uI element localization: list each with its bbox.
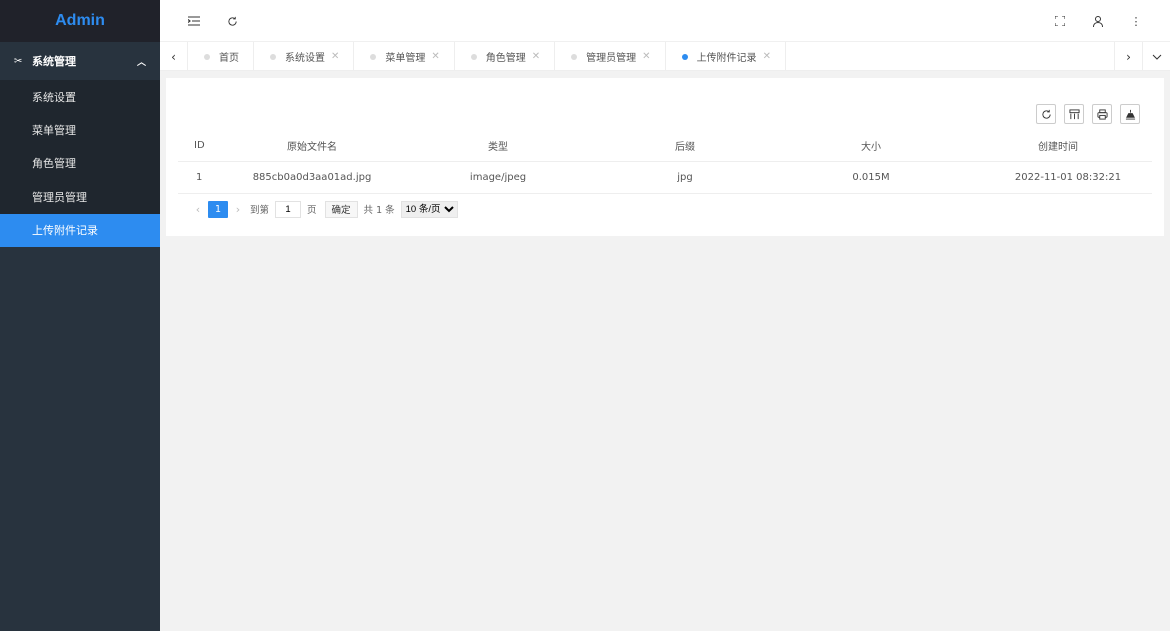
chevron-up-icon: ︿ xyxy=(136,57,146,68)
cell-filename: 885cb0a0d3aa01ad.jpg xyxy=(252,172,372,183)
refresh-icon[interactable] xyxy=(224,13,240,29)
sidebar-group-system[interactable]: ✂ 系统管理 ︿ xyxy=(0,42,160,80)
sidebar-item-roles[interactable]: 角色管理 xyxy=(0,147,160,180)
tab-role-manage[interactable]: 角色管理 ✕ xyxy=(455,42,556,71)
column-header-suffix: 后缀 xyxy=(675,142,695,153)
tab-scroll-right-icon[interactable]: › xyxy=(1114,42,1142,71)
close-icon[interactable]: ✕ xyxy=(642,51,650,62)
sidebar-submenu: 系统设置 菜单管理 角色管理 管理员管理 上传附件记录 xyxy=(0,80,160,247)
sidebar-group-label: 系统管理 xyxy=(32,55,76,68)
tab-list: 首页 系统设置 ✕ 菜单管理 ✕ 角色管理 ✕ 管理员管理 ✕ 上传附件记录 ✕ xyxy=(188,42,786,71)
tab-dropdown-icon[interactable] xyxy=(1142,42,1170,71)
prev-page-icon[interactable]: ‹ xyxy=(190,203,206,216)
tab-label: 上传附件记录 xyxy=(696,53,757,64)
cell-type: image/jpeg xyxy=(469,172,527,183)
column-header-type: 类型 xyxy=(488,142,508,153)
table-refresh-icon[interactable] xyxy=(1036,104,1056,124)
close-icon[interactable]: ✕ xyxy=(763,51,771,62)
menu-fold-icon[interactable] xyxy=(186,13,202,29)
content-panel: ID 原始文件名 类型 后缀 大小 创建时间 1 885cb0a0d3aa01a… xyxy=(166,78,1164,236)
tab-dot xyxy=(370,53,377,60)
cell-created-time: 2022-11-01 08:32:21 xyxy=(1014,172,1122,183)
column-header-filename: 原始文件名 xyxy=(287,142,337,153)
goto-confirm-button[interactable]: 确定 xyxy=(324,200,358,218)
sidebar-item-admins[interactable]: 管理员管理 xyxy=(0,180,160,213)
tab-scroll-left-icon[interactable]: ‹ xyxy=(160,42,188,71)
tab-dot xyxy=(204,53,210,60)
table-row[interactable]: 1 885cb0a0d3aa01ad.jpg image/jpeg jpg 0.… xyxy=(178,162,1152,194)
next-page-icon[interactable]: › xyxy=(230,203,246,216)
close-icon[interactable]: ✕ xyxy=(431,51,439,62)
sidebar-item-settings[interactable]: 系统设置 xyxy=(0,80,160,113)
tab-dot xyxy=(470,53,477,60)
goto-page-input[interactable] xyxy=(275,200,302,218)
tab-home[interactable]: 首页 xyxy=(188,42,254,71)
tab-label: 角色管理 xyxy=(485,53,526,64)
current-page[interactable]: 1 xyxy=(208,200,228,218)
tab-admin-manage[interactable]: 管理员管理 ✕ xyxy=(555,42,666,71)
close-icon[interactable]: ✕ xyxy=(331,51,339,62)
cell-suffix: jpg xyxy=(677,172,693,183)
export-icon[interactable] xyxy=(1120,104,1140,124)
tab-menu-manage[interactable]: 菜单管理 ✕ xyxy=(354,42,455,71)
pagination: ‹ 1 › 到第 页 确定 共 1 条 10 条/页 xyxy=(190,200,458,218)
goto-prefix: 到第 xyxy=(250,205,270,216)
tab-label: 菜单管理 xyxy=(385,53,426,64)
columns-icon[interactable] xyxy=(1064,104,1084,124)
fullscreen-icon[interactable] xyxy=(1052,13,1068,29)
more-icon[interactable]: ⋮ xyxy=(1128,13,1144,29)
table-header: ID 原始文件名 类型 后缀 大小 创建时间 xyxy=(178,130,1152,162)
sidebar-item-menus[interactable]: 菜单管理 xyxy=(0,113,160,146)
tab-dot xyxy=(681,53,688,60)
page-size-select[interactable]: 10 条/页 xyxy=(400,200,458,218)
goto-suffix: 页 xyxy=(307,205,317,216)
tab-label: 系统设置 xyxy=(285,53,325,64)
tools-icon: ✂ xyxy=(14,55,23,67)
sidebar-item-uploads[interactable]: 上传附件记录 xyxy=(0,213,160,247)
tab-upload-records[interactable]: 上传附件记录 ✕ xyxy=(666,42,786,71)
tab-label: 首页 xyxy=(219,53,239,64)
tab-system-settings[interactable]: 系统设置 ✕ xyxy=(254,42,355,71)
sidebar: Admin ✂ 系统管理 ︿ 系统设置 菜单管理 角色管理 管理员管理 上传附件… xyxy=(0,0,160,631)
tab-dot xyxy=(571,53,578,60)
total-count: 共 1 条 xyxy=(363,205,395,216)
user-icon[interactable] xyxy=(1090,13,1106,29)
app-logo[interactable]: Admin xyxy=(0,0,160,42)
column-header-size: 大小 xyxy=(861,142,881,153)
print-icon[interactable] xyxy=(1092,104,1112,124)
column-header-created-time: 创建时间 xyxy=(1038,142,1078,153)
tab-label: 管理员管理 xyxy=(586,53,637,64)
column-header-id: ID xyxy=(194,140,205,151)
tab-bar: ‹ 首页 系统设置 ✕ 菜单管理 ✕ 角色管理 ✕ 管理员管理 ✕ 上传附件记录 xyxy=(160,42,1170,71)
cell-id: 1 xyxy=(196,172,203,183)
upload-records-table: ID 原始文件名 类型 后缀 大小 创建时间 1 885cb0a0d3aa01a… xyxy=(178,130,1152,194)
close-icon[interactable]: ✕ xyxy=(532,51,540,62)
cell-size: 0.015M xyxy=(852,172,890,183)
tab-dot xyxy=(270,53,276,60)
top-header: ⋮ xyxy=(160,0,1170,42)
